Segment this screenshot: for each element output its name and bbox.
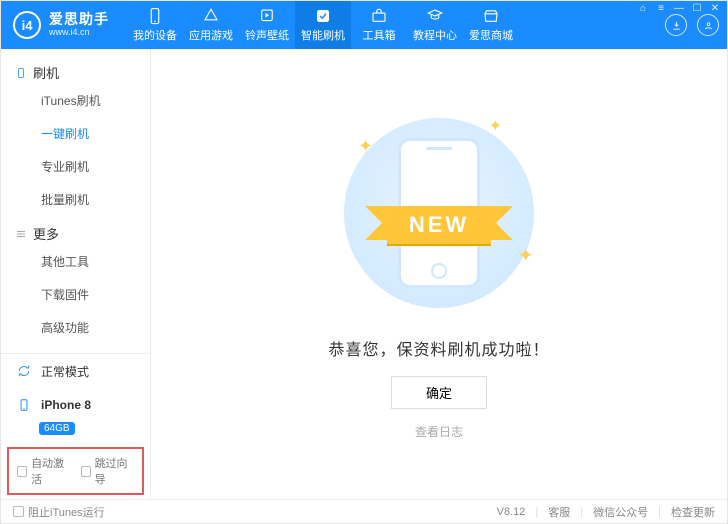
sidebar-scroll: 刷机 iTunes刷机 一键刷机 专业刷机 批量刷机 更多 其他工具 下载固件 … (1, 49, 150, 353)
tab-label: 应用游戏 (189, 27, 233, 43)
brand-logo: i4 (13, 11, 41, 39)
device-info-row[interactable]: iPhone 8 64GB (1, 388, 150, 443)
divider: | (535, 506, 538, 518)
sidebar-group-more: 更多 (1, 216, 150, 245)
header-right (665, 14, 719, 36)
support-link[interactable]: 客服 (548, 504, 570, 520)
tab-store[interactable]: 爱思商城 (463, 1, 519, 49)
apps-icon (202, 7, 220, 25)
tab-flash[interactable]: 智能刷机 (295, 1, 351, 49)
success-message: 恭喜您，保资料刷机成功啦！ (328, 336, 549, 360)
device-storage-badge: 64GB (39, 422, 75, 435)
ringtone-icon (258, 7, 276, 25)
more-icon (15, 228, 27, 240)
header-tabs: 我的设备 应用游戏 铃声壁纸 智能刷机 工具箱 教程中心 (127, 1, 519, 49)
sidebar-bottom: 正常模式 iPhone 8 64GB 自动激活 跳过向导 (1, 353, 150, 499)
footer-right: V8.12 | 客服 | 微信公众号 | 检查更新 (497, 504, 715, 520)
sidebar-item-oneclick-flash[interactable]: 一键刷机 (1, 117, 150, 150)
auto-activate-checkbox[interactable]: 自动激活 (17, 455, 71, 487)
sidebar-item-other-tools[interactable]: 其他工具 (1, 245, 150, 278)
checkbox-label: 阻止iTunes运行 (28, 504, 105, 520)
sidebar-item-download-firmware[interactable]: 下载固件 (1, 278, 150, 311)
skip-guide-checkbox[interactable]: 跳过向导 (81, 455, 135, 487)
tab-ringtones[interactable]: 铃声壁纸 (239, 1, 295, 49)
titlebar-settings-icon[interactable]: ⌂ (637, 3, 649, 14)
check-update-link[interactable]: 检查更新 (671, 504, 715, 520)
spark-icon: ✦ (358, 136, 373, 157)
tutorial-icon (426, 7, 444, 25)
tab-label: 我的设备 (133, 27, 177, 43)
toolbox-icon (370, 7, 388, 25)
device-icon (146, 7, 164, 25)
close-button[interactable]: ✕ (709, 3, 721, 14)
store-icon (482, 7, 500, 25)
checkbox-icon (81, 466, 91, 477)
sidebar-item-itunes-flash[interactable]: iTunes刷机 (1, 84, 150, 117)
sidebar: 刷机 iTunes刷机 一键刷机 专业刷机 批量刷机 更多 其他工具 下载固件 … (1, 49, 151, 499)
divider: | (658, 506, 661, 518)
user-button[interactable] (697, 14, 719, 36)
tab-label: 教程中心 (413, 27, 457, 43)
content-area: ✦ ✦ ✦ NEW 恭喜您，保资料刷机成功啦！ 确定 查看日志 (151, 49, 727, 499)
version-label: V8.12 (497, 506, 526, 518)
phone-icon (15, 67, 27, 79)
flash-icon (314, 7, 332, 25)
tab-label: 工具箱 (363, 27, 396, 43)
view-log-link[interactable]: 查看日志 (415, 423, 463, 440)
tab-my-device[interactable]: 我的设备 (127, 1, 183, 49)
minimize-button[interactable]: — (673, 3, 685, 14)
app-window: ⌂ ≡ — ☐ ✕ i4 爱思助手 www.i4.cn 我的设备 应用游戏 (0, 0, 728, 524)
checkbox-label: 自动激活 (31, 455, 70, 487)
brand-subtitle: www.i4.cn (49, 28, 109, 38)
refresh-icon (15, 362, 33, 380)
window-controls: ⌂ ≡ — ☐ ✕ (637, 3, 721, 14)
checkbox-icon (17, 466, 27, 477)
tab-apps-games[interactable]: 应用游戏 (183, 1, 239, 49)
tab-label: 铃声壁纸 (245, 27, 289, 43)
checkbox-label: 跳过向导 (95, 455, 134, 487)
flash-options-row: 自动激活 跳过向导 (7, 447, 144, 495)
group-title: 刷机 (33, 63, 59, 82)
titlebar-menu-icon[interactable]: ≡ (655, 3, 667, 14)
wechat-link[interactable]: 微信公众号 (593, 504, 648, 520)
device-mode-row[interactable]: 正常模式 (1, 354, 150, 388)
spark-icon: ✦ (489, 116, 502, 136)
download-button[interactable] (665, 14, 687, 36)
tab-toolbox[interactable]: 工具箱 (351, 1, 407, 49)
tab-tutorials[interactable]: 教程中心 (407, 1, 463, 49)
new-ribbon: NEW (387, 206, 491, 244)
brand: i4 爱思助手 www.i4.cn (13, 11, 109, 39)
tab-label: 爱思商城 (469, 27, 513, 43)
app-header: ⌂ ≡ — ☐ ✕ i4 爱思助手 www.i4.cn 我的设备 应用游戏 (1, 1, 727, 49)
checkbox-icon (13, 506, 24, 517)
group-title: 更多 (33, 224, 59, 243)
maximize-button[interactable]: ☐ (691, 3, 703, 14)
device-name: iPhone 8 (41, 398, 91, 412)
sidebar-item-advanced[interactable]: 高级功能 (1, 311, 150, 344)
sidebar-item-batch-flash[interactable]: 批量刷机 (1, 183, 150, 216)
device-phone-icon (15, 396, 33, 414)
footer-left: 阻止iTunes运行 (13, 504, 105, 520)
ok-button[interactable]: 确定 (391, 376, 487, 409)
status-bar: 阻止iTunes运行 V8.12 | 客服 | 微信公众号 | 检查更新 (1, 499, 727, 523)
block-itunes-checkbox[interactable]: 阻止iTunes运行 (13, 504, 105, 520)
device-mode-label: 正常模式 (41, 363, 89, 380)
app-body: 刷机 iTunes刷机 一键刷机 专业刷机 批量刷机 更多 其他工具 下载固件 … (1, 49, 727, 499)
success-illustration: ✦ ✦ ✦ NEW (334, 108, 544, 318)
spark-icon: ✦ (517, 243, 534, 268)
sidebar-item-pro-flash[interactable]: 专业刷机 (1, 150, 150, 183)
divider: | (580, 506, 583, 518)
brand-title: 爱思助手 (49, 12, 109, 27)
brand-text: 爱思助手 www.i4.cn (49, 12, 109, 37)
tab-label: 智能刷机 (301, 27, 345, 43)
sidebar-group-flash: 刷机 (1, 55, 150, 84)
